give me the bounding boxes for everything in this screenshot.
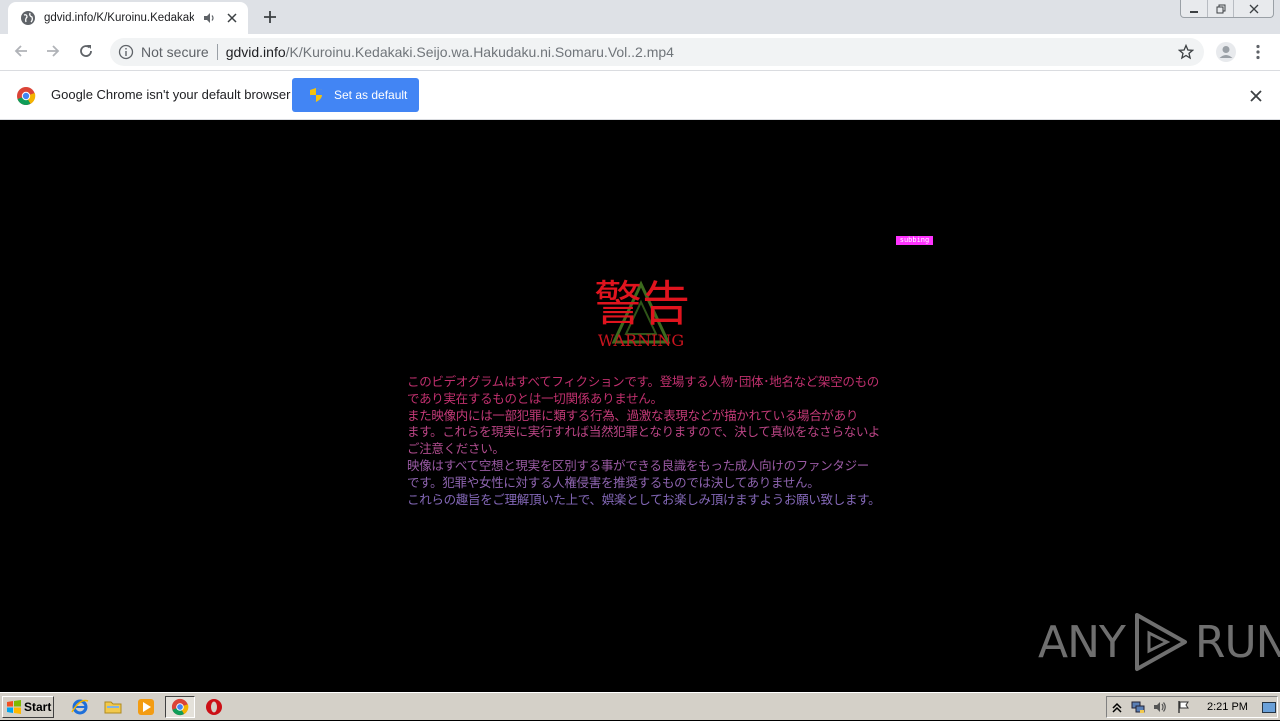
arrow-right-icon [45, 43, 61, 63]
globe-icon [20, 10, 36, 26]
ie-icon[interactable] [71, 698, 89, 716]
warning-title-english: WARNING [597, 331, 685, 350]
warning-line: です。犯罪や女性に対する人権侵害を推奨するものでは決してありません。 [407, 474, 820, 490]
warning-text: このビデオグラムはすべてフィクションです。登場する人物･団体･地名など架空のもの… [407, 374, 879, 508]
watermark-left: ANY [1038, 616, 1126, 668]
show-desktop-icon[interactable] [1262, 701, 1276, 715]
browser-toolbar: Not secure gdvid.info /K/Kuroinu.Kedakak… [0, 34, 1280, 71]
warning-title-japanese: 警告 [593, 276, 690, 332]
anyrun-watermark: ANY RUN [1038, 610, 1280, 674]
warning-line: ます。これらを現実に実行すれば当然犯罪となりますので、決して真似をなさらないよう [407, 424, 879, 440]
tab-strip: gdvid.info/K/Kuroinu.Kedakaki.S [0, 0, 1280, 34]
speaker-icon[interactable] [202, 11, 216, 25]
warning-line: また映像内には一部犯罪に類する行為、過激な表現などが描かれている場合があり [407, 407, 859, 423]
restore-icon [1216, 0, 1226, 17]
infobar-close-icon[interactable] [1248, 88, 1264, 104]
kebab-menu-icon[interactable] [1248, 41, 1268, 63]
address-bar[interactable]: Not secure gdvid.info /K/Kuroinu.Kedakak… [110, 38, 1204, 66]
close-icon [1249, 0, 1259, 17]
opera-icon[interactable] [205, 698, 223, 716]
set-as-default-label: Set as default [334, 88, 408, 102]
folder-icon[interactable] [104, 698, 122, 716]
start-label: Start [24, 700, 52, 714]
security-label[interactable]: Not secure [141, 44, 209, 60]
subtitle-tag: subbing [896, 236, 933, 245]
chevron-up-icon[interactable] [1110, 700, 1124, 714]
reload-button[interactable] [73, 40, 99, 66]
plus-icon [263, 9, 277, 28]
play-icon [1134, 613, 1187, 671]
media-player-icon[interactable] [137, 698, 155, 716]
reload-icon [78, 43, 94, 63]
browser-tab[interactable]: gdvid.info/K/Kuroinu.Kedakaki.S [8, 2, 248, 34]
avatar-icon[interactable] [1215, 41, 1237, 63]
back-button[interactable] [8, 40, 34, 66]
warning-line: ご注意ください。 [407, 441, 505, 457]
flag-icon[interactable] [1177, 700, 1191, 714]
forward-button[interactable] [40, 40, 66, 66]
default-browser-infobar: Google Chrome isn't your default browser… [0, 71, 1280, 120]
shield-icon [308, 87, 324, 103]
arrow-left-icon [13, 43, 29, 63]
minimize-button[interactable] [1181, 0, 1207, 17]
warning-line: 映像はすべて空想と現実を区別する事ができる良識をもった成人向けのファンタジー [407, 457, 869, 473]
start-button[interactable]: Start [2, 696, 54, 718]
new-tab-button[interactable] [258, 6, 282, 30]
windows-taskbar: Start 2:21 PM [0, 692, 1280, 720]
window-controls [1180, 0, 1274, 18]
video-viewport[interactable]: subbing 警告 WARNING このビデオグラムはすべてフィクションです。… [0, 120, 1280, 692]
chrome-taskbar-button[interactable] [165, 696, 195, 718]
clock[interactable]: 2:21 PM [1207, 701, 1248, 713]
restore-button[interactable] [1207, 0, 1233, 17]
volume-icon[interactable] [1153, 700, 1167, 714]
url-host: gdvid.info [225, 44, 286, 60]
minimize-icon [1189, 0, 1199, 17]
url-path: /K/Kuroinu.Kedakaki.Seijo.wa.Hakudaku.ni… [285, 44, 674, 60]
tab-title: gdvid.info/K/Kuroinu.Kedakaki.S [44, 12, 194, 24]
warning-line: これらの趣旨をご理解頂いた上で、娯楽としてお楽しみ頂けますようお願い致します。 [407, 491, 879, 507]
chrome-icon [171, 698, 189, 716]
window-close-button[interactable] [1233, 0, 1273, 17]
system-tray: 2:21 PM [1106, 696, 1278, 718]
chrome-icon [16, 86, 36, 106]
warning-line: このビデオグラムはすべてフィクションです。登場する人物･団体･地名など架空のもの [407, 374, 879, 389]
warning-line: であり実在するものとは一切関係ありません。 [407, 390, 663, 406]
divider [216, 44, 218, 60]
star-icon[interactable] [1177, 43, 1195, 60]
infobar-message: Google Chrome isn't your default browser [51, 87, 291, 102]
network-icon[interactable] [1131, 700, 1145, 714]
set-as-default-button[interactable]: Set as default [292, 78, 419, 112]
info-icon[interactable] [118, 44, 134, 60]
watermark-right: RUN [1194, 616, 1280, 668]
tab-close-icon[interactable] [224, 10, 240, 26]
windows-logo-icon [6, 699, 22, 715]
